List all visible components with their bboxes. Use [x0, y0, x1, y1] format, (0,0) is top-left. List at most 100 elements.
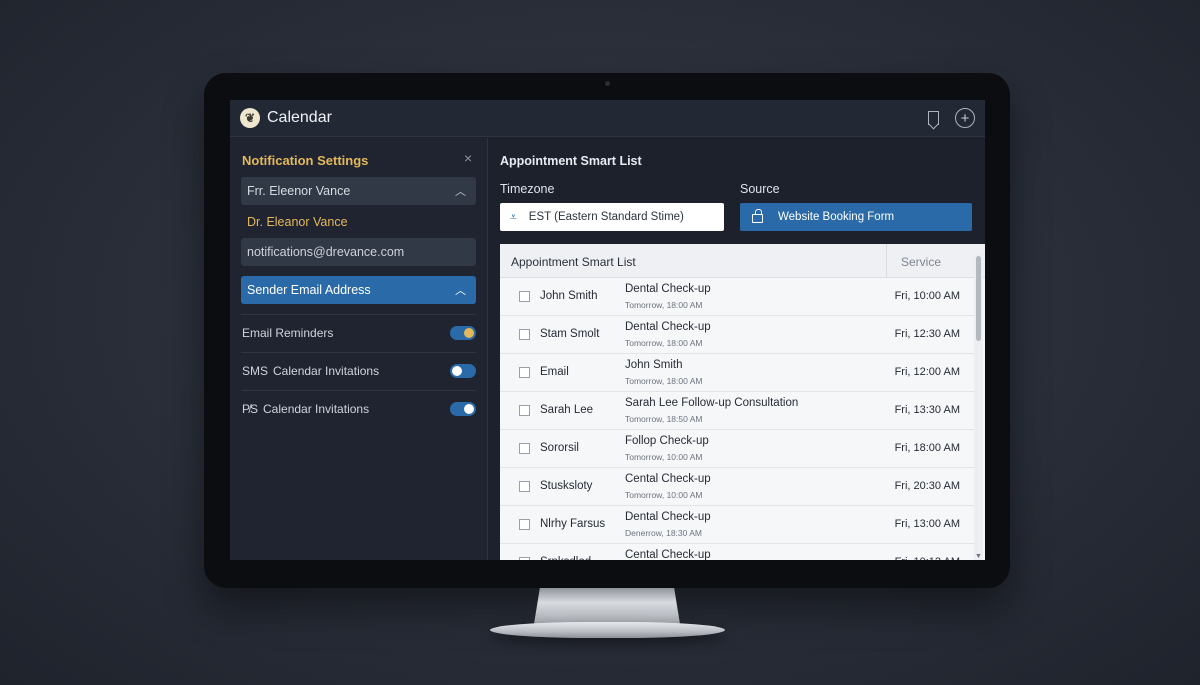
appointment-time: Fri, 10:12 AM	[895, 556, 960, 560]
row-checkbox[interactable]	[519, 557, 530, 560]
service-name: Sarah Lee Follow-up Consultation	[625, 397, 799, 409]
sms-calendar-toggle[interactable]	[450, 364, 476, 378]
webcam	[605, 81, 610, 86]
patient-name: Stam Smolt	[540, 328, 600, 340]
timezone-select[interactable]: ⩡ EST (Eastern Standard Stime)	[500, 203, 724, 231]
app-window: ❦ Calendar + Notification Settings × Frr…	[230, 100, 985, 560]
sender-name-dropdown[interactable]: Frr. Eleenor Vance ︿	[241, 177, 476, 205]
smart-list-panel: Appointment Smart List Timezone Source ⩡…	[489, 138, 985, 560]
source-label: Source	[740, 182, 780, 196]
table-row[interactable]: Nlrhy Farsus Dental Check-up Denerrow, 18:…	[500, 506, 974, 544]
toggle-prefix: P̸S	[242, 402, 259, 416]
toggle-label: Calendar Invitations	[273, 364, 380, 378]
service-schedule: Denerrow, 18:30 AM	[625, 528, 703, 538]
row-checkbox[interactable]	[519, 329, 530, 340]
close-icon[interactable]: ×	[464, 150, 472, 166]
service-name: Dental Check-up	[625, 321, 711, 333]
service-name: John Smith	[625, 359, 683, 371]
table-row[interactable]: Sororsil Follop Check-up Tomorrow, 10:00 A…	[500, 430, 974, 468]
appointment-time: Fri, 12:30 AM	[894, 328, 960, 340]
toggle-knob	[464, 328, 474, 338]
monitor-stand-base	[490, 622, 725, 638]
bookmark-icon[interactable]	[923, 108, 943, 128]
row-checkbox[interactable]	[519, 405, 530, 416]
row-checkbox[interactable]	[519, 367, 530, 378]
source-value: Website Booking Form	[778, 211, 895, 223]
table-row[interactable]: Sarah Lee Sarah Lee Follow-up Consultatio…	[500, 392, 974, 430]
toggle-label: Calendar Invitations	[263, 402, 370, 416]
chevron-up-icon: ︿	[455, 186, 466, 198]
service-schedule: Tomorrow, 18:00 AM	[625, 376, 703, 386]
timezone-icon: ⩡	[510, 209, 517, 224]
appointment-time: Fri, 18:00 AM	[894, 442, 960, 454]
service-name: Dental Check-up	[625, 283, 711, 295]
sender-name-text: Frr. Eleenor Vance	[247, 184, 351, 198]
toggle-label: Email Reminders	[242, 326, 334, 340]
service-name: Cental Check-up	[625, 473, 711, 485]
add-icon[interactable]: +	[955, 108, 975, 128]
table-row[interactable]: Srnksdlod Cental Check-up Fri, 10:12 AM	[500, 544, 974, 560]
timezone-label: Timezone	[500, 182, 555, 196]
service-schedule: Tomorrow, 10:00 AM	[625, 452, 703, 462]
push-calendar-toggle[interactable]	[450, 402, 476, 416]
leaf-logo-icon: ❦	[240, 108, 260, 128]
table-row[interactable]: John Smith Dental Check-up Tomorrow, 18:00…	[500, 278, 974, 316]
source-select[interactable]: Website Booking Form	[740, 203, 972, 231]
notification-settings-panel: Notification Settings × Frr. Eleenor Van…	[230, 138, 488, 560]
appointment-time: Fri, 13:30 AM	[894, 404, 960, 416]
appointment-time: Fri, 10:00 AM	[894, 290, 960, 302]
panel-title: Notification Settings	[242, 153, 369, 168]
title-bar-actions: +	[923, 108, 975, 128]
service-name: Follop Check-up	[625, 435, 709, 447]
row-checkbox[interactable]	[519, 481, 530, 492]
monitor-stand-neck	[534, 588, 680, 624]
service-name: Dental Check-up	[625, 511, 711, 523]
email-reminders-toggle[interactable]	[450, 326, 476, 340]
row-checkbox[interactable]	[519, 291, 530, 302]
chevron-up-icon: ︿	[455, 285, 466, 297]
sender-email-select[interactable]: Sender Email Address ︿	[241, 276, 476, 304]
scrollbar-thumb[interactable]	[976, 256, 981, 341]
timezone-value: EST (Eastern Standard Stime)	[528, 211, 684, 223]
title-bar: ❦ Calendar +	[230, 100, 985, 137]
scroll-down-icon[interactable]: ▼	[975, 553, 982, 560]
column-header-title: Appointment Smart List	[511, 255, 636, 269]
patient-name: Nlrhy Farsus	[540, 518, 606, 530]
table-row[interactable]: Email John Smith Tomorrow, 18:00 AM Fri, 12…	[500, 354, 974, 392]
row-checkbox[interactable]	[519, 443, 530, 454]
panel-title: Appointment Smart List	[500, 154, 642, 168]
row-checkbox[interactable]	[519, 519, 530, 530]
table-header: Appointment Smart List Service	[500, 244, 985, 278]
patient-name: Srnksdlod	[540, 556, 591, 560]
app-title: Calendar	[267, 109, 332, 126]
service-schedule: Tomorrow, 18:50 AM	[625, 414, 703, 424]
patient-name: Sororsil	[540, 442, 579, 454]
patient-name: Stusksloty	[540, 480, 593, 492]
scrollbar[interactable]: ▼	[974, 254, 983, 560]
lock-icon	[752, 209, 763, 223]
sender-name-value[interactable]: Dr. Eleanor Vance	[241, 208, 476, 236]
patient-name: John Smith	[540, 290, 598, 302]
appointment-time: Fri, 20:30 AM	[894, 480, 960, 492]
patient-name: Sarah Lee	[540, 404, 594, 416]
toggle-prefix: SMS	[242, 364, 269, 378]
divider	[241, 314, 476, 315]
service-schedule: Tomorrow, 18:00 AM	[625, 338, 703, 348]
toggle-row-email-reminders: Email Reminders	[242, 319, 476, 347]
appointment-table: Appointment Smart List Service John Smit…	[500, 244, 985, 560]
patient-name: Email	[540, 366, 569, 378]
toggle-row-push-calendar: P̸S Calendar Invitations	[242, 395, 476, 423]
service-schedule: Tomorrow, 10:00 AM	[625, 490, 703, 500]
service-schedule: Tomorrow, 18:00 AM	[625, 300, 703, 310]
divider	[241, 390, 476, 391]
sender-email-label: Sender Email Address	[247, 283, 371, 297]
appointment-time: Fri, 12:00 AM	[894, 366, 960, 378]
table-row[interactable]: Stam Smolt Dental Check-up Tomorrow, 18:00…	[500, 316, 974, 354]
toggle-row-sms-calendar: SMS Calendar Invitations	[242, 357, 476, 385]
column-header-service[interactable]: Service	[901, 255, 941, 269]
toggle-knob	[464, 404, 474, 414]
service-name: Cental Check-up	[625, 549, 711, 560]
toggle-knob	[452, 366, 462, 376]
table-row[interactable]: Stusksloty Cental Check-up Tomorrow, 10:00…	[500, 468, 974, 506]
email-field[interactable]: notifications@drevance.com	[241, 238, 476, 266]
